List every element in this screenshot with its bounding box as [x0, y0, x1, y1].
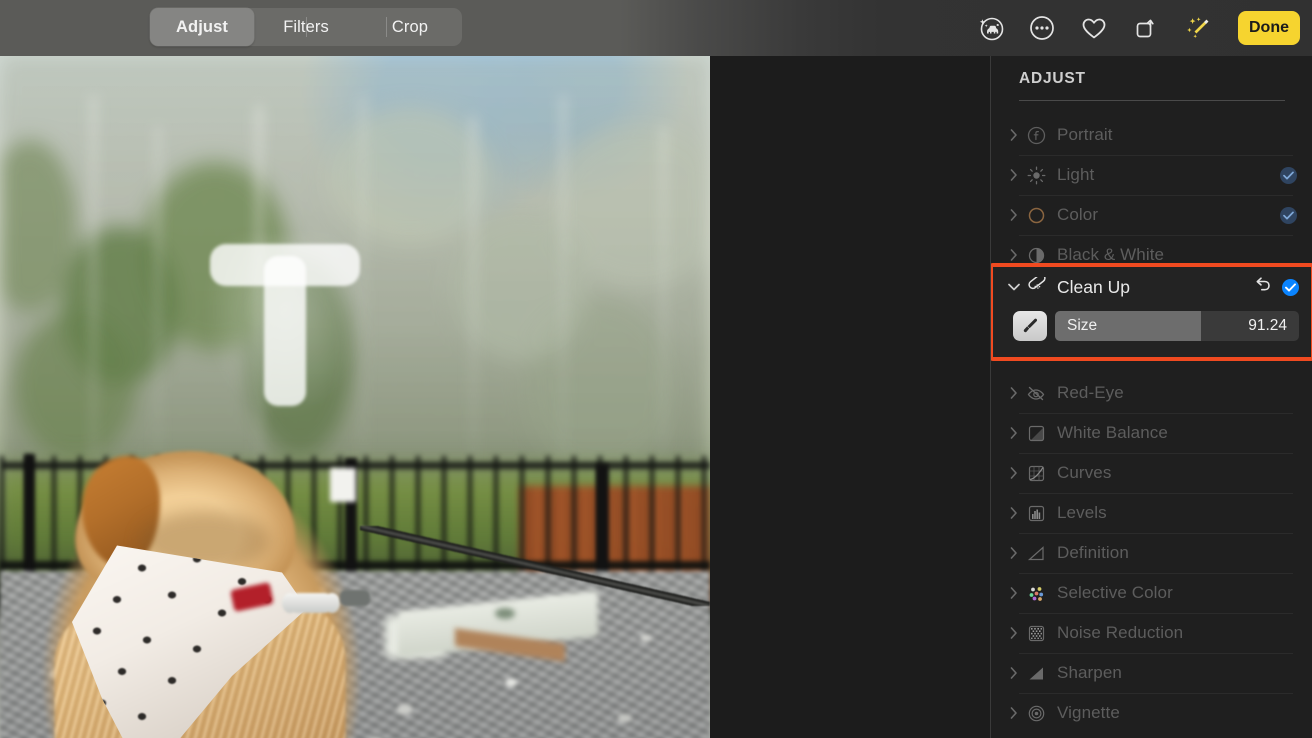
vignette-icon: [1023, 704, 1049, 723]
cleanup-controls: Size 91.24: [993, 307, 1311, 345]
sidebar-item-label: Noise Reduction: [1049, 623, 1183, 643]
sidebar-item-label: Light: [1049, 165, 1094, 185]
chevron-right-icon[interactable]: [1005, 129, 1023, 141]
rotate-button[interactable]: [1120, 8, 1172, 48]
half-circle-icon: [1023, 246, 1049, 265]
sidebar-item-label: Color: [1049, 205, 1098, 225]
photos-editor-window: Adjust Filters Crop: [0, 0, 1312, 738]
more-options-icon: [1028, 14, 1056, 42]
bandage-icon: [1023, 277, 1049, 298]
auto-enhance-button[interactable]: [1172, 8, 1224, 48]
editor-toolbar: Adjust Filters Crop: [0, 0, 1312, 56]
noise-reduction-icon: [1023, 624, 1049, 643]
size-slider-label: Size: [1055, 317, 1097, 335]
edited-photo[interactable]: [0, 56, 710, 738]
sidebar-item-label: Curves: [1049, 463, 1111, 483]
sidebar-item-red-eye[interactable]: Red-Eye: [991, 373, 1312, 413]
favorite-heart-icon: [1079, 14, 1109, 42]
auto-enhance-icon: [1183, 14, 1213, 42]
sidebar-item-selective-color[interactable]: Selective Color: [991, 573, 1312, 613]
sidebar-item-label: Definition: [1049, 543, 1129, 563]
photo-cornhole-hole: [495, 608, 515, 619]
sidebar-item-light[interactable]: Light: [991, 155, 1312, 195]
chevron-right-icon[interactable]: [1005, 507, 1023, 519]
sidebar-title-divider: [1019, 100, 1285, 101]
chevron-right-icon[interactable]: [1005, 627, 1023, 639]
sun-icon: [1023, 166, 1049, 185]
favorite-button[interactable]: [1068, 8, 1120, 48]
sidebar-item-label: Selective Color: [1049, 583, 1173, 603]
identify-pet-icon: [975, 13, 1005, 43]
rotate-icon: [1132, 14, 1160, 42]
selective-color-icon: [1023, 584, 1049, 603]
more-options-button[interactable]: [1016, 8, 1068, 48]
sidebar-title: ADJUST: [1019, 70, 1086, 88]
toolbar-actions: Done: [964, 0, 1300, 56]
sidebar-item-label: Red-Eye: [1049, 383, 1124, 403]
levels-icon: [1023, 504, 1049, 523]
size-slider-value: 91.24: [1248, 317, 1299, 335]
aperture-icon: [1023, 126, 1049, 145]
cleanup-section-highlight: Clean Up: [990, 263, 1312, 361]
photo-leash-clip: [340, 590, 370, 606]
tab-adjust[interactable]: Adjust: [150, 8, 254, 46]
chevron-right-icon[interactable]: [1005, 467, 1023, 479]
chevron-right-icon[interactable]: [1005, 587, 1023, 599]
status-badge-checked[interactable]: [1282, 279, 1299, 296]
brush-tool-button[interactable]: [1013, 311, 1047, 341]
adjust-sidebar: ADJUST Portrait: [990, 56, 1312, 738]
chevron-right-icon[interactable]: [1005, 667, 1023, 679]
tab-adjust-label: Adjust: [176, 18, 228, 37]
tab-crop[interactable]: Crop: [358, 8, 462, 46]
revert-arrow-icon[interactable]: [1254, 276, 1272, 298]
color-circle-icon: [1023, 206, 1049, 225]
sharpen-icon: [1023, 664, 1049, 683]
chevron-right-icon[interactable]: [1005, 547, 1023, 559]
edit-mode-segmented-control[interactable]: Adjust Filters Crop: [150, 8, 462, 46]
sidebar-item-color[interactable]: Color: [991, 195, 1312, 235]
sidebar-item-label: White Balance: [1049, 423, 1168, 443]
chevron-right-icon[interactable]: [1005, 249, 1023, 261]
photo-dog-bone-tag: [288, 593, 334, 613]
chevron-down-icon[interactable]: [1005, 283, 1023, 291]
eye-slash-icon: [1023, 384, 1049, 403]
chevron-right-icon[interactable]: [1005, 427, 1023, 439]
adjust-options-list: Portrait Light: [991, 115, 1312, 733]
done-button-label: Done: [1249, 19, 1289, 37]
chevron-right-icon[interactable]: [1005, 209, 1023, 221]
sidebar-item-definition[interactable]: Definition: [991, 533, 1312, 573]
chevron-right-icon[interactable]: [1005, 169, 1023, 181]
chevron-right-icon[interactable]: [1005, 707, 1023, 719]
status-badge-checked[interactable]: [1280, 207, 1297, 224]
cleanup-label: Clean Up: [1049, 277, 1130, 298]
tab-filters[interactable]: Filters: [254, 8, 358, 46]
sidebar-item-label: Sharpen: [1049, 663, 1122, 683]
photo-canvas[interactable]: [0, 56, 990, 738]
done-button[interactable]: Done: [1238, 11, 1300, 45]
tab-crop-label: Crop: [392, 18, 428, 37]
size-slider[interactable]: Size 91.24: [1055, 311, 1299, 341]
sidebar-item-white-balance[interactable]: White Balance: [991, 413, 1312, 453]
sidebar-item-label: Portrait: [1049, 125, 1113, 145]
sidebar-item-vignette[interactable]: Vignette: [991, 693, 1312, 733]
status-badge-checked[interactable]: [1280, 167, 1297, 184]
photo-leash-stitching: [360, 526, 710, 606]
sidebar-item-label: Black & White: [1049, 245, 1164, 265]
sidebar-item-levels[interactable]: Levels: [991, 493, 1312, 533]
curves-icon: [1023, 464, 1049, 483]
chevron-right-icon[interactable]: [1005, 387, 1023, 399]
tab-filters-label: Filters: [283, 18, 329, 37]
identify-pet-button[interactable]: [964, 8, 1016, 48]
sidebar-item-noise-reduction[interactable]: Noise Reduction: [991, 613, 1312, 653]
brush-icon: [1020, 316, 1040, 336]
sidebar-item-label: Vignette: [1049, 703, 1120, 723]
sidebar-item-label: Levels: [1049, 503, 1107, 523]
sidebar-item-sharpen[interactable]: Sharpen: [991, 653, 1312, 693]
white-balance-icon: [1023, 424, 1049, 443]
sidebar-item-clean-up[interactable]: Clean Up: [993, 267, 1311, 307]
definition-icon: [1023, 544, 1049, 563]
sidebar-item-curves[interactable]: Curves: [991, 453, 1312, 493]
sidebar-item-portrait[interactable]: Portrait: [991, 115, 1312, 155]
